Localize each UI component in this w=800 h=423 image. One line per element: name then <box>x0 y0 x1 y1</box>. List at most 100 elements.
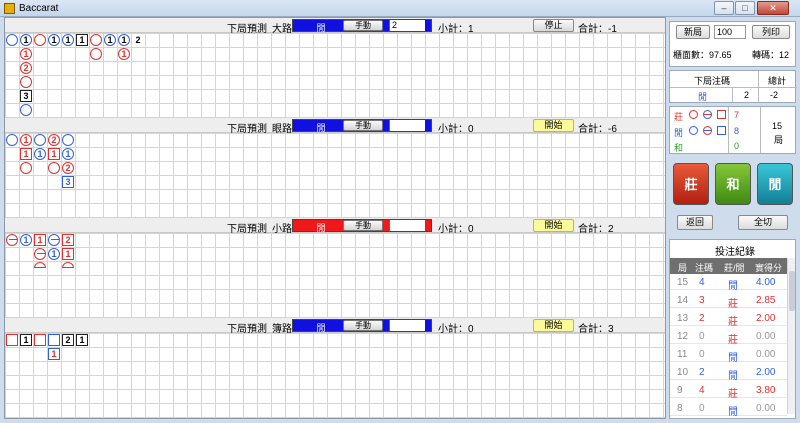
manual-mode-button[interactable]: 手動 <box>343 220 383 231</box>
road-board-area: 下局預測 大路 閒 手動 2 小計：1 停止 合計：-1 1 1 1 1 1 1… <box>4 17 666 419</box>
tie-square-mark: 1 <box>20 334 32 346</box>
history-scrollbar[interactable] <box>787 258 795 414</box>
history-side: 閒 <box>728 281 738 292</box>
round-unit: 局 <box>774 135 784 145</box>
banker-button[interactable]: 莊 <box>673 163 709 205</box>
manual-mode-button[interactable]: 手動 <box>343 120 383 131</box>
manual-mode-button[interactable]: 手動 <box>343 320 383 331</box>
manual-mode-button[interactable]: 手動 <box>343 20 383 31</box>
bet-buttons: 莊 和 閒 <box>673 163 796 207</box>
start-button[interactable]: 開始 <box>533 319 574 332</box>
prediction-box: 閒 手動 2 <box>292 19 432 33</box>
banker-circle-mark <box>34 248 46 260</box>
minimize-icon[interactable]: – <box>714 1 734 15</box>
player-circle-mark <box>6 34 18 46</box>
result-count-section: 莊 7 閒 8 和 0 15 局 <box>669 106 796 154</box>
prediction-box: 閒 手動 <box>292 319 432 333</box>
print-button[interactable]: 列印 <box>752 25 790 39</box>
history-side: 閒 <box>728 407 738 418</box>
player-circle-mark <box>20 104 32 116</box>
history-header-row: 局 注碼 莊/閒 實得分 <box>670 258 787 274</box>
history-side: 莊 <box>728 389 738 400</box>
maximize-icon[interactable]: □ <box>735 1 755 15</box>
prediction-input[interactable] <box>389 220 425 231</box>
close-icon[interactable]: ✕ <box>757 1 789 15</box>
history-score: 2.00 <box>756 313 776 324</box>
history-score: 2.85 <box>756 295 776 306</box>
history-row[interactable]: 12 0 莊 0.00 <box>670 328 787 346</box>
history-bet: 0 <box>699 403 705 414</box>
history-round: 8 <box>677 403 683 414</box>
history-row[interactable]: 10 2 閒 2.00 <box>670 364 787 382</box>
next-bet-section: 下局注碼 總計 閒 2 -2 <box>669 70 797 103</box>
tie-stat-value: 0 <box>734 141 740 151</box>
start-button[interactable]: 開始 <box>533 219 574 232</box>
player-square-mark: 3 <box>62 176 74 188</box>
history-row[interactable]: 15 4 閒 4.00 <box>670 274 787 292</box>
red-square-icon <box>717 110 726 119</box>
scroll-thumb[interactable] <box>789 271 795 311</box>
red-circle-icon <box>689 110 698 119</box>
banker-square-mark: 2 <box>62 234 74 246</box>
history-side: 莊 <box>728 317 738 328</box>
bead-road-header: 下局預測 簿路 閒 手動 小計：0 開始 合計：3 <box>5 318 665 335</box>
history-row[interactable]: 11 0 閒 0.00 <box>670 346 787 364</box>
tie-square-mark: 3 <box>20 90 32 102</box>
player-button[interactable]: 閒 <box>757 163 793 205</box>
history-row[interactable]: 13 2 莊 2.00 <box>670 310 787 328</box>
switch-all-button[interactable]: 全切 <box>738 215 788 230</box>
session-section: 新局 100 列印 櫃面數：97.65 轉碼：12 <box>669 21 796 67</box>
undo-button[interactable]: 返回 <box>677 215 713 230</box>
banker-square-mark: 1 <box>62 248 74 260</box>
history-round: 12 <box>677 331 689 342</box>
banker-circle-mark: 1 <box>20 134 32 146</box>
player-circle-mark: 1 <box>118 34 130 46</box>
count-label: 2 <box>135 35 141 45</box>
stop-button[interactable]: 停止 <box>533 19 574 32</box>
big-road-header: 下局預測 大路 閒 手動 2 小計：1 停止 合計：-1 <box>5 18 665 35</box>
history-col-bet: 注碼 <box>695 263 714 273</box>
banker-circle-mark: 2 <box>62 162 74 174</box>
history-bet: 4 <box>699 385 705 396</box>
banker-slash-mark <box>6 234 18 246</box>
history-score: 2.00 <box>756 367 776 378</box>
tie-square-mark: 1 <box>76 334 88 346</box>
banker-stat-label: 莊 <box>674 112 684 122</box>
tie-square-mark: 1 <box>76 34 88 46</box>
banker-circle-mark <box>20 162 32 174</box>
player-circle-mark: 1 <box>20 34 32 46</box>
banker-circle-mark: 1 <box>118 48 130 60</box>
history-row[interactable]: 14 3 莊 2.85 <box>670 292 787 310</box>
next-bet-header: 下局注碼 <box>694 76 731 86</box>
tie-square-mark: 2 <box>62 334 74 346</box>
prediction-input[interactable] <box>389 320 425 331</box>
history-bet: 0 <box>699 331 705 342</box>
round-count: 15 <box>772 121 783 131</box>
banker-circle-mark: 2 <box>48 134 60 146</box>
history-score: 0.00 <box>756 403 776 414</box>
history-col-round: 局 <box>678 263 688 273</box>
prediction-input[interactable] <box>389 120 425 131</box>
eye-road-grid: 1 2 1 1 1 1 2 3 <box>5 133 665 218</box>
player-circle-mark: 1 <box>104 34 116 46</box>
history-row[interactable]: 9 4 莊 3.80 <box>670 382 787 400</box>
history-bet: 0 <box>699 349 705 360</box>
history-table[interactable]: 15 4 閒 4.00 14 3 莊 2.85 13 2 莊 2.00 12 0 莊 0.00 11 0 閒 0.00… <box>670 274 787 418</box>
history-round: 10 <box>677 367 689 378</box>
slash-circle-icon <box>703 126 712 135</box>
player-square-mark <box>48 334 60 346</box>
player-circle-mark: 1 <box>62 34 74 46</box>
big-road-grid: 1 1 1 1 1 1 2 1 1 2 3 <box>5 33 665 118</box>
prediction-input[interactable]: 2 <box>389 20 425 31</box>
history-bet: 3 <box>699 295 705 306</box>
total-header: 總計 <box>768 76 787 86</box>
player-circle-mark: 1 <box>34 148 46 160</box>
history-score: 4.00 <box>756 277 776 288</box>
new-game-button[interactable]: 新局 <box>676 25 710 39</box>
tie-button[interactable]: 和 <box>715 163 751 205</box>
history-row[interactable]: 8 0 閒 0.00 <box>670 400 787 418</box>
history-bet: 2 <box>699 313 705 324</box>
new-game-input[interactable]: 100 <box>714 25 746 39</box>
title-bar: Baccarat – □ ✕ <box>0 0 800 17</box>
start-button[interactable]: 開始 <box>533 119 574 132</box>
